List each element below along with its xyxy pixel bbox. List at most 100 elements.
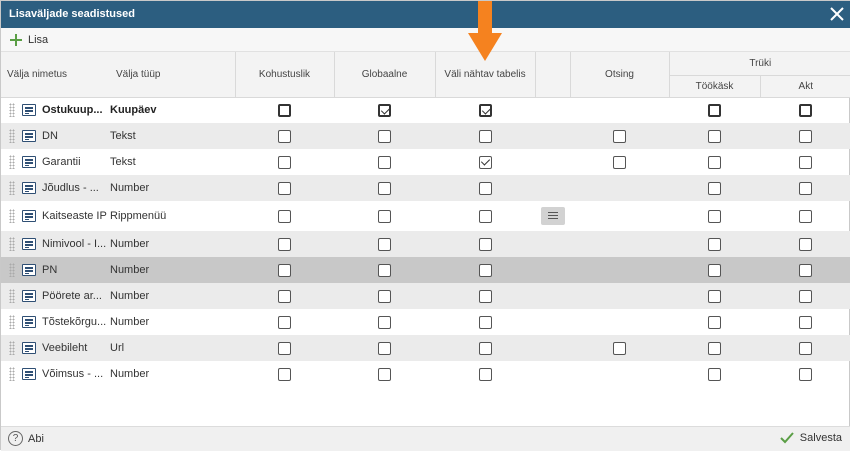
print-workorder-checkbox[interactable] (708, 103, 721, 117)
col-header-print-act[interactable]: Akt (759, 75, 850, 98)
print-act-checkbox[interactable] (799, 237, 812, 251)
print-act-checkbox[interactable] (799, 315, 812, 329)
print-act-checkbox[interactable] (799, 263, 812, 277)
print-workorder-checkbox[interactable] (708, 155, 721, 169)
visible-in-table-checkbox[interactable] (478, 289, 492, 303)
print-act-checkbox[interactable] (799, 103, 812, 117)
close-icon[interactable] (828, 5, 846, 23)
print-act-checkbox[interactable] (799, 341, 812, 355)
table-row[interactable]: Kaitseaste IP Rippmenüü (1, 201, 850, 231)
global-checkbox[interactable] (378, 367, 391, 381)
print-workorder-checkbox[interactable] (708, 181, 721, 195)
print-act-checkbox[interactable] (799, 129, 812, 143)
save-button[interactable]: Salvesta (780, 432, 842, 444)
help-button[interactable]: ? Abi (8, 431, 44, 446)
visible-in-table-checkbox[interactable] (478, 367, 492, 381)
print-act-checkbox[interactable] (799, 155, 812, 169)
visible-in-table-checkbox[interactable] (478, 263, 492, 277)
global-checkbox[interactable] (378, 129, 391, 143)
visible-in-table-checkbox[interactable] (478, 209, 492, 223)
visible-in-table-checkbox[interactable] (478, 315, 492, 329)
global-checkbox[interactable] (378, 237, 391, 251)
drag-handle-icon[interactable] (9, 103, 15, 118)
table-row[interactable]: Ostukuup... Kuupäev (1, 97, 850, 123)
list-options-button[interactable] (540, 207, 565, 225)
table-row[interactable]: PN Number (1, 257, 850, 283)
field-name[interactable]: Garantii (42, 156, 81, 168)
print-workorder-checkbox[interactable] (708, 129, 721, 143)
table-row[interactable]: Garantii Tekst (1, 149, 850, 175)
drag-handle-icon[interactable] (9, 129, 15, 143)
col-header-global[interactable]: Globaalne (333, 52, 435, 98)
required-checkbox[interactable] (278, 289, 291, 303)
col-header-visible-in-table[interactable]: Väli nähtav tabelis (434, 52, 535, 98)
field-name[interactable]: Kaitseaste IP (42, 210, 107, 222)
print-workorder-checkbox[interactable] (708, 237, 721, 251)
visible-in-table-checkbox[interactable] (478, 129, 492, 143)
required-checkbox[interactable] (278, 237, 291, 251)
required-checkbox[interactable] (278, 263, 291, 277)
required-checkbox[interactable] (278, 341, 291, 355)
drag-handle-icon[interactable] (9, 237, 15, 251)
required-checkbox[interactable] (278, 129, 291, 143)
print-workorder-checkbox[interactable] (708, 289, 721, 303)
required-checkbox[interactable] (278, 181, 291, 195)
field-name[interactable]: Nimivool - I... (42, 238, 106, 250)
col-header-print-workorder[interactable]: Töökäsk (668, 75, 760, 98)
visible-in-table-checkbox[interactable] (478, 237, 492, 251)
required-checkbox[interactable] (278, 209, 291, 223)
print-workorder-checkbox[interactable] (708, 209, 721, 223)
print-act-checkbox[interactable] (799, 367, 812, 381)
visible-in-table-checkbox[interactable] (478, 155, 492, 169)
global-checkbox[interactable] (378, 263, 391, 277)
drag-handle-icon[interactable] (9, 367, 15, 381)
add-button[interactable]: Lisa (10, 32, 48, 48)
col-header-field-type[interactable]: Välja tüüp (110, 52, 235, 98)
table-row[interactable]: Võimsus - ... Number (1, 361, 850, 387)
visible-in-table-checkbox[interactable] (478, 103, 492, 117)
print-act-checkbox[interactable] (799, 181, 812, 195)
print-act-checkbox[interactable] (799, 289, 812, 303)
visible-in-table-checkbox[interactable] (478, 181, 492, 195)
global-checkbox[interactable] (378, 315, 391, 329)
print-workorder-checkbox[interactable] (708, 367, 721, 381)
search-checkbox[interactable] (613, 129, 626, 143)
field-name[interactable]: Ostukuup... (42, 104, 103, 116)
field-name[interactable]: Pöörete ar... (42, 290, 102, 302)
global-checkbox[interactable] (378, 181, 391, 195)
field-name[interactable]: Tõstekõrgu... (42, 316, 106, 328)
table-row[interactable]: Pöörete ar... Number (1, 283, 850, 309)
drag-handle-icon[interactable] (9, 209, 15, 223)
col-header-required[interactable]: Kohustuslik (234, 52, 334, 98)
drag-handle-icon[interactable] (9, 289, 15, 303)
global-checkbox[interactable] (378, 341, 391, 355)
visible-in-table-checkbox[interactable] (478, 341, 492, 355)
col-header-search[interactable]: Otsing (569, 52, 669, 98)
print-act-checkbox[interactable] (799, 209, 812, 223)
global-checkbox[interactable] (378, 103, 391, 117)
field-name[interactable]: PN (42, 264, 57, 276)
drag-handle-icon[interactable] (9, 263, 15, 277)
table-row[interactable]: Veebileht Url (1, 335, 850, 361)
table-row[interactable]: Jõudlus - ... Number (1, 175, 850, 201)
col-header-field-name[interactable]: Välja nimetus (1, 52, 110, 98)
required-checkbox[interactable] (278, 103, 291, 117)
search-checkbox[interactable] (613, 155, 626, 169)
field-name[interactable]: DN (42, 130, 58, 142)
required-checkbox[interactable] (278, 315, 291, 329)
print-workorder-checkbox[interactable] (708, 263, 721, 277)
global-checkbox[interactable] (378, 155, 391, 169)
table-row[interactable]: Nimivool - I... Number (1, 231, 850, 257)
required-checkbox[interactable] (278, 155, 291, 169)
table-row[interactable]: DN Tekst (1, 123, 850, 149)
drag-handle-icon[interactable] (9, 155, 15, 169)
global-checkbox[interactable] (378, 289, 391, 303)
drag-handle-icon[interactable] (9, 315, 15, 329)
search-checkbox[interactable] (613, 341, 626, 355)
field-name[interactable]: Võimsus - ... (42, 368, 103, 380)
drag-handle-icon[interactable] (9, 341, 15, 355)
print-workorder-checkbox[interactable] (708, 341, 721, 355)
table-row[interactable]: Tõstekõrgu... Number (1, 309, 850, 335)
drag-handle-icon[interactable] (9, 181, 15, 195)
print-workorder-checkbox[interactable] (708, 315, 721, 329)
